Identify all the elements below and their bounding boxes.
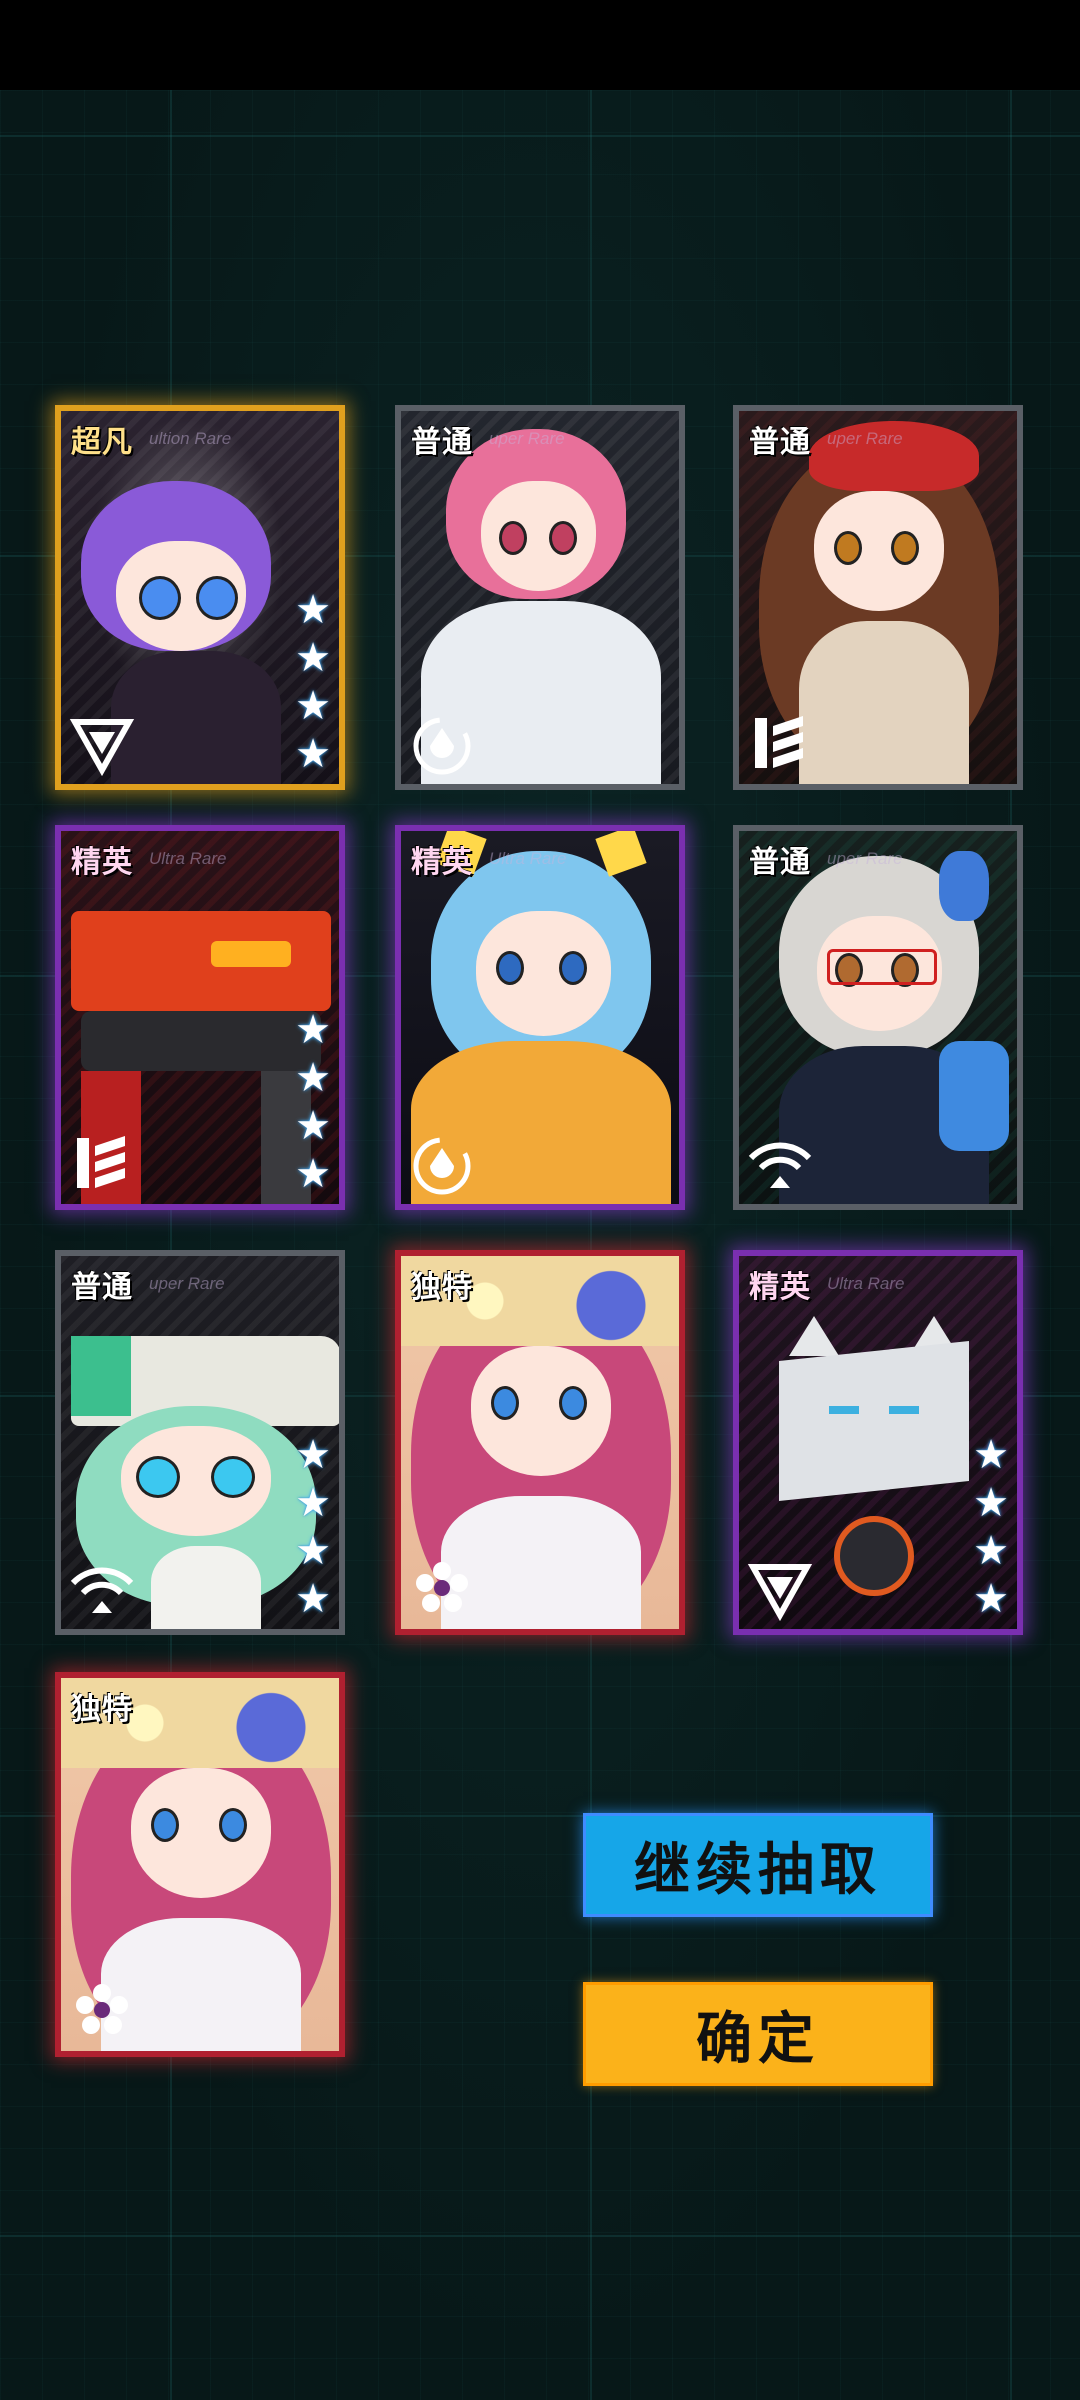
rarity-english-label: Ultra Rare <box>827 1274 905 1293</box>
confirm-button[interactable]: 确定 <box>583 1982 933 2086</box>
stripes-class-icon <box>77 1136 125 1188</box>
star-icon: ★ <box>295 1528 331 1574</box>
rarity-label: 超凡 <box>71 425 133 460</box>
star-rating: ★ ★ ★ ★ <box>295 1008 331 1196</box>
result-card-7[interactable]: 普通 uper Rare ★ ★ ★ ★ <box>55 1250 345 1635</box>
result-card-8[interactable]: 独特 <box>395 1250 685 1635</box>
star-icon: ★ <box>295 731 331 777</box>
rarity-label: 普通 <box>749 845 811 880</box>
triangle-class-icon <box>69 719 135 777</box>
drop-ring-class-icon <box>413 1137 471 1195</box>
result-card-2[interactable]: 普通 uper Rare <box>395 405 685 790</box>
rarity-english-label: Ultra Rare <box>489 849 567 868</box>
star-icon: ★ <box>295 1432 331 1478</box>
result-card-4[interactable]: 精英 Ultra Rare ★ ★ ★ ★ <box>55 825 345 1210</box>
flower-class-icon <box>76 1984 128 2034</box>
star-icon: ★ <box>295 1151 331 1197</box>
stripes-class-icon <box>755 716 803 768</box>
rarity-label: 精英 <box>71 845 133 880</box>
star-rating: ★ ★ ★ ★ <box>295 588 331 776</box>
rarity-english-label: uper Rare <box>149 1274 225 1293</box>
rarity-english-label: uper Rare <box>827 849 903 868</box>
rarity-label: 普通 <box>749 425 811 460</box>
rarity-label: 独特 <box>411 1270 473 1305</box>
result-card-5[interactable]: 精英 Ultra Rare <box>395 825 685 1210</box>
rarity-label: 精英 <box>749 1270 811 1305</box>
drop-ring-class-icon <box>413 717 471 775</box>
rarity-label: 精英 <box>411 845 473 880</box>
star-icon: ★ <box>973 1432 1009 1478</box>
triangle-class-icon <box>747 1564 813 1622</box>
star-icon: ★ <box>973 1528 1009 1574</box>
star-icon: ★ <box>295 1007 331 1053</box>
rarity-label: 普通 <box>411 425 473 460</box>
result-card-9[interactable]: 精英 Ultra Rare ★ ★ ★ ★ <box>733 1250 1023 1635</box>
flower-class-icon <box>416 1562 468 1612</box>
top-black-bar <box>0 0 1080 90</box>
star-icon: ★ <box>973 1576 1009 1622</box>
star-rating: ★ ★ ★ ★ <box>973 1433 1009 1621</box>
rarity-english-label: ultion Rare <box>149 429 232 448</box>
result-card-6[interactable]: 普通 uper Rare <box>733 825 1023 1210</box>
star-icon: ★ <box>295 1103 331 1149</box>
result-card-10[interactable]: 独特 <box>55 1672 345 2057</box>
result-card-1[interactable]: 超凡 ultion Rare ★ ★ ★ ★ <box>55 405 345 790</box>
star-icon: ★ <box>973 1480 1009 1526</box>
star-icon: ★ <box>295 1576 331 1622</box>
star-icon: ★ <box>295 587 331 633</box>
rarity-label: 独特 <box>71 1692 133 1727</box>
star-icon: ★ <box>295 1480 331 1526</box>
star-icon: ★ <box>295 1055 331 1101</box>
star-icon: ★ <box>295 635 331 681</box>
star-icon: ★ <box>295 683 331 729</box>
wifi-class-icon <box>748 1142 812 1188</box>
star-rating: ★ ★ ★ ★ <box>295 1433 331 1621</box>
rarity-english-label: uper Rare <box>827 429 903 448</box>
rarity-label: 普通 <box>71 1270 133 1305</box>
continue-draw-button[interactable]: 继续抽取 <box>583 1813 933 1917</box>
rarity-english-label: uper Rare <box>489 429 565 448</box>
result-card-3[interactable]: 普通 uper Rare <box>733 405 1023 790</box>
rarity-english-label: Ultra Rare <box>149 849 227 868</box>
wifi-class-icon <box>70 1567 134 1613</box>
